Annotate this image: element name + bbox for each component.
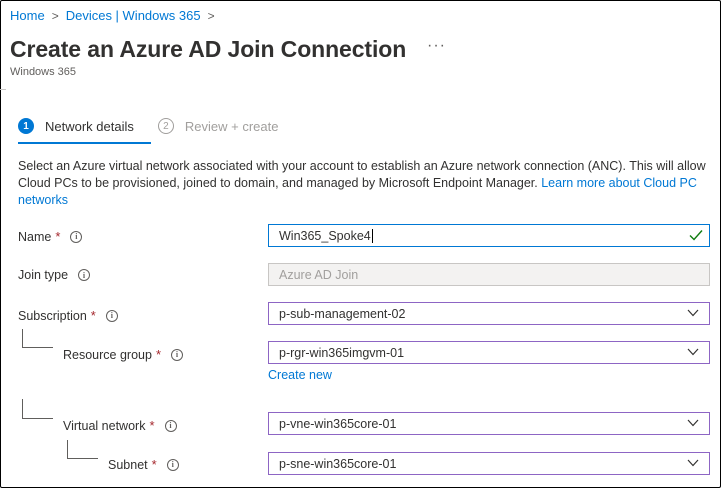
tree-connector [22, 329, 23, 347]
chevron-down-icon [687, 309, 699, 317]
chevron-down-icon [687, 419, 699, 427]
virtual-network-label-text: Virtual network [63, 418, 146, 433]
info-icon[interactable]: i [70, 230, 83, 243]
tab-network-details[interactable]: 1 Network details [18, 118, 134, 134]
tree-connector [22, 418, 53, 419]
tab-review-create[interactable]: 2 Review + create [157, 118, 279, 134]
chevron-right-icon: > [51, 8, 59, 23]
info-icon[interactable]: i [164, 419, 177, 432]
subnet-value: p-sne-win365core-01 [279, 456, 397, 471]
chevron-down-icon [687, 348, 699, 356]
name-label: Name * i [18, 229, 83, 244]
required-marker: * [155, 347, 162, 362]
info-icon[interactable]: i [171, 348, 184, 361]
virtual-network-value: p-vne-win365core-01 [279, 416, 397, 431]
resource-group-value: p-rgr-win365imgvm-01 [279, 345, 405, 360]
info-icon[interactable]: i [105, 309, 118, 322]
tree-connector [67, 458, 98, 459]
subscription-value: p-sub-management-02 [279, 306, 406, 321]
step-number-icon: 2 [157, 118, 174, 134]
checkmark-icon [689, 230, 703, 241]
step-label: Network details [45, 118, 134, 134]
step-label: Review + create [184, 118, 279, 134]
step-number-icon: 1 [18, 118, 34, 134]
info-icon[interactable]: i [78, 269, 91, 281]
more-options-icon[interactable]: ··· [427, 37, 446, 55]
required-marker: * [90, 308, 96, 323]
tree-connector [22, 347, 53, 348]
chevron-right-icon: > [207, 8, 215, 23]
active-step-indicator [18, 142, 151, 144]
subnet-label-text: Subnet [108, 457, 148, 472]
page-subtitle: Windows 365 [10, 66, 77, 78]
virtual-network-label: Virtual network * i [63, 418, 177, 433]
create-new-link[interactable]: Create new [268, 368, 332, 382]
name-input-value: Win365_Spoke4 [279, 228, 371, 243]
required-marker: * [151, 457, 157, 472]
required-marker: * [55, 229, 61, 244]
join-type-label: Join type i [18, 268, 91, 282]
resource-group-label: Resource group * i [63, 347, 184, 362]
join-type-value: Azure AD Join [279, 267, 359, 282]
resource-group-dropdown[interactable]: p-rgr-win365imgvm-01 [268, 341, 710, 364]
name-label-text: Name [18, 229, 52, 244]
name-input[interactable]: Win365_Spoke4 [268, 224, 710, 247]
divider [0, 89, 6, 90]
description: Select an Azure virtual network associat… [18, 158, 708, 209]
text-caret [371, 228, 373, 243]
subscription-dropdown[interactable]: p-sub-management-02 [268, 302, 710, 325]
subnet-dropdown[interactable]: p-sne-win365core-01 [268, 452, 710, 475]
breadcrumb-devices[interactable]: Devices | Windows 365 [66, 8, 201, 23]
resource-group-label-text: Resource group [63, 347, 152, 362]
subscription-label: Subscription * i [18, 308, 118, 323]
tree-connector [67, 440, 68, 458]
subnet-label: Subnet * i [108, 457, 179, 472]
join-type-field: Azure AD Join [268, 263, 710, 286]
tree-connector [22, 399, 23, 418]
page-title: Create an Azure AD Join Connection [10, 36, 407, 62]
chevron-down-icon [687, 459, 699, 467]
breadcrumb: Home > Devices | Windows 365 > [10, 8, 222, 23]
subscription-label-text: Subscription [18, 308, 87, 323]
virtual-network-dropdown[interactable]: p-vne-win365core-01 [268, 412, 710, 435]
wizard-steps: 1 Network details 2 Review + create [18, 118, 302, 134]
join-type-label-text: Join type [18, 268, 69, 282]
breadcrumb-home[interactable]: Home [10, 8, 45, 23]
info-icon[interactable]: i [166, 458, 179, 471]
required-marker: * [149, 418, 155, 433]
